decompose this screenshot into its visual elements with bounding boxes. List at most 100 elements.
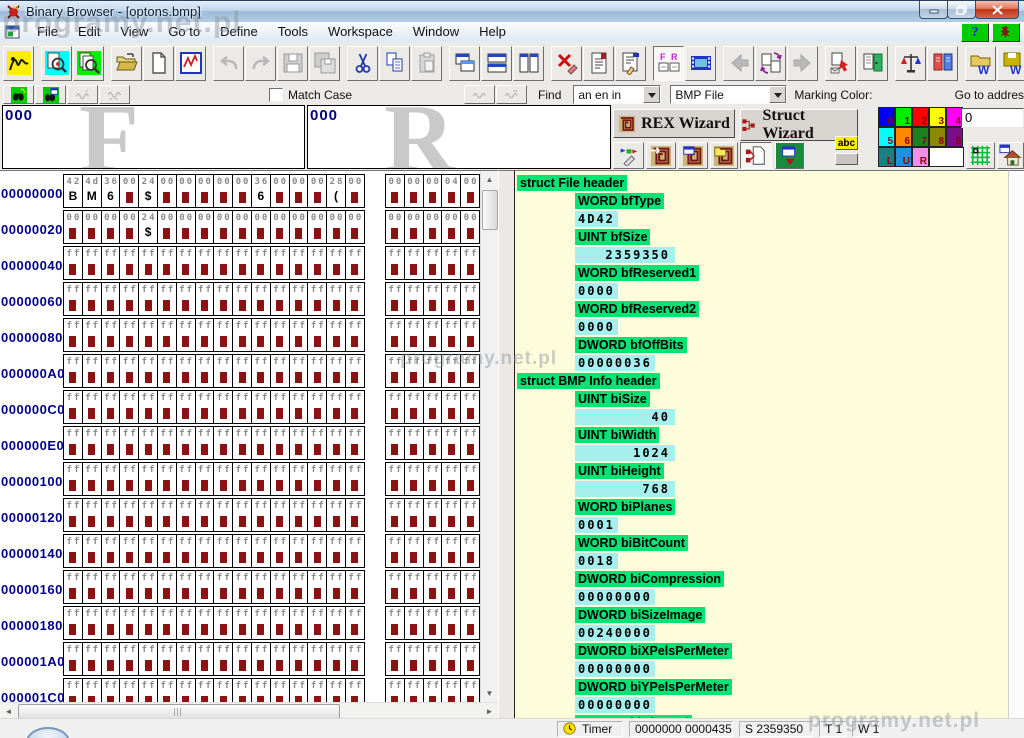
hex-byte-cell[interactable]: ff bbox=[460, 246, 480, 280]
chevron-down-icon[interactable] bbox=[643, 86, 660, 103]
hex-byte-cell[interactable]: ff bbox=[345, 426, 365, 460]
palette-color-0[interactable]: 0 bbox=[878, 107, 895, 127]
hex-byte-cell[interactable]: ff bbox=[82, 462, 102, 496]
hex-byte-cell[interactable]: ff bbox=[307, 390, 327, 424]
hex-byte-cell[interactable]: ff bbox=[345, 570, 365, 604]
palette-color-6[interactable]: 6 bbox=[895, 127, 912, 147]
struct-field-name[interactable]: WORD biBitCount bbox=[575, 535, 688, 551]
struct-field-value[interactable]: 1024 bbox=[575, 445, 675, 461]
hex-byte-cell[interactable]: ff bbox=[138, 462, 158, 496]
hex-byte-cell[interactable]: ff bbox=[213, 642, 233, 676]
hex-byte-cell[interactable]: ff bbox=[251, 534, 271, 568]
hex-byte-cell[interactable]: ff bbox=[138, 570, 158, 604]
hex-byte-cell[interactable]: ff bbox=[63, 642, 83, 676]
palette-color-2[interactable]: 2 bbox=[912, 107, 929, 127]
paste-button[interactable] bbox=[411, 46, 442, 81]
hex-byte-cell[interactable]: ff bbox=[138, 426, 158, 460]
hex-byte-cell[interactable]: ff bbox=[441, 354, 461, 388]
hex-byte-cell[interactable]: ff bbox=[213, 606, 233, 640]
hex-byte-cell[interactable]: ff bbox=[270, 642, 290, 676]
hex-byte-cell[interactable]: ff bbox=[213, 498, 233, 532]
hex-byte-cell[interactable]: ff bbox=[119, 426, 139, 460]
hex-byte-cell[interactable]: ff bbox=[232, 462, 252, 496]
hex-byte-cell[interactable]: ff bbox=[63, 570, 83, 604]
hex-byte-cell[interactable]: 24$ bbox=[138, 174, 158, 208]
struct-field-name[interactable]: DWORD biYPelsPerMeter bbox=[575, 679, 732, 695]
hex-byte-cell[interactable]: ff bbox=[289, 318, 309, 352]
hex-byte-cell[interactable]: ff bbox=[345, 246, 365, 280]
redo-button[interactable] bbox=[245, 46, 276, 81]
hex-byte-cell[interactable]: ff bbox=[213, 570, 233, 604]
hex-byte-cell[interactable]: ff bbox=[441, 318, 461, 352]
hex-byte-cell[interactable]: 00 bbox=[176, 174, 196, 208]
palette-color-7[interactable]: 7 bbox=[912, 127, 929, 147]
struct-field-name[interactable]: WORD bfReserved1 bbox=[575, 265, 699, 281]
struct-window-button[interactable] bbox=[775, 142, 804, 169]
hex-byte-cell[interactable]: ff bbox=[307, 282, 327, 316]
hex-byte-cell[interactable]: ff bbox=[345, 462, 365, 496]
hex-byte-cell[interactable]: ff bbox=[326, 642, 346, 676]
hex-byte-cell[interactable]: ff bbox=[404, 462, 424, 496]
hex-byte-cell[interactable]: 00 bbox=[63, 210, 83, 244]
hex-byte-cell[interactable]: ff bbox=[251, 426, 271, 460]
hex-byte-cell[interactable]: 00 bbox=[385, 174, 405, 208]
maximize-button[interactable] bbox=[947, 1, 976, 19]
hex-byte-cell[interactable]: ff bbox=[423, 642, 443, 676]
hex-byte-cell[interactable]: ff bbox=[251, 642, 271, 676]
struct-field-name[interactable]: WORD bfReserved2 bbox=[575, 301, 699, 317]
hex-byte-cell[interactable]: ff bbox=[138, 282, 158, 316]
hex-byte-cell[interactable]: ff bbox=[251, 318, 271, 352]
hex-byte-cell[interactable]: ff bbox=[289, 426, 309, 460]
hex-byte-cell[interactable]: ff bbox=[157, 426, 177, 460]
hex-byte-cell[interactable]: ff bbox=[251, 462, 271, 496]
hex-byte-cell[interactable]: ff bbox=[307, 246, 327, 280]
horizontal-scrollbar[interactable]: ◄ ► bbox=[0, 702, 498, 718]
hex-byte-cell[interactable]: ff bbox=[385, 642, 405, 676]
hex-byte-cell[interactable]: ff bbox=[270, 282, 290, 316]
hex-byte-cell[interactable]: ff bbox=[270, 606, 290, 640]
struct-field-value[interactable]: 0018 bbox=[575, 553, 618, 569]
hex-byte-cell[interactable]: ff bbox=[82, 570, 102, 604]
hex-byte-cell[interactable]: ff bbox=[307, 498, 327, 532]
hex-byte-cell[interactable]: ff bbox=[232, 570, 252, 604]
tile-vertical-button[interactable] bbox=[513, 46, 544, 81]
struct-field-value[interactable]: 00240000 bbox=[575, 625, 655, 641]
hex-byte-cell[interactable]: ff bbox=[289, 354, 309, 388]
hex-byte-cell[interactable]: 00 bbox=[82, 210, 102, 244]
menu-window[interactable]: Window bbox=[403, 23, 469, 41]
hex-byte-cell[interactable]: ff bbox=[423, 318, 443, 352]
hex-byte-cell[interactable]: ff bbox=[326, 462, 346, 496]
hex-byte-cell[interactable]: ff bbox=[82, 246, 102, 280]
new-document-button[interactable] bbox=[143, 46, 174, 81]
hex-byte-cell[interactable]: ff bbox=[423, 534, 443, 568]
hex-byte-cell[interactable]: 24$ bbox=[138, 210, 158, 244]
hex-byte-cell[interactable]: 00 bbox=[119, 210, 139, 244]
scroll-left-icon[interactable]: ◄ bbox=[0, 703, 17, 718]
hex-byte-cell[interactable]: ff bbox=[213, 246, 233, 280]
hex-byte-cell[interactable]: ff bbox=[213, 390, 233, 424]
hex-byte-cell[interactable]: ff bbox=[460, 534, 480, 568]
hex-byte-cell[interactable]: ff bbox=[213, 354, 233, 388]
struct-field-value[interactable]: 00000000 bbox=[575, 589, 655, 605]
workspace-save-button[interactable]: W bbox=[997, 46, 1024, 81]
hex-byte-cell[interactable]: ff bbox=[195, 498, 215, 532]
hex-byte-cell[interactable]: ff bbox=[138, 246, 158, 280]
hex-byte-cell[interactable]: ff bbox=[232, 282, 252, 316]
struct-field-value[interactable]: 00000036 bbox=[575, 355, 655, 371]
palette-color-1[interactable]: 1 bbox=[895, 107, 912, 127]
hex-byte-cell[interactable]: 00 bbox=[119, 174, 139, 208]
hex-byte-cell[interactable]: 00 bbox=[404, 174, 424, 208]
hex-byte-cell[interactable]: ff bbox=[63, 426, 83, 460]
hex-byte-cell[interactable]: ff bbox=[460, 462, 480, 496]
hex-byte-cell[interactable]: ff bbox=[195, 570, 215, 604]
hex-byte-cell[interactable]: ff bbox=[404, 534, 424, 568]
struct-field-name[interactable]: UINT biSize bbox=[575, 391, 650, 407]
palette-color-9[interactable]: 9 bbox=[946, 127, 963, 147]
struct-field-name[interactable]: DWORD biSizeImage bbox=[575, 607, 705, 623]
struct-field-name[interactable]: UINT bfSize bbox=[575, 229, 650, 245]
struct-field-name[interactable]: UINT biHeight bbox=[575, 463, 664, 479]
struct-field-value[interactable]: 2359350 bbox=[575, 247, 675, 263]
filetype-combobox[interactable]: BMP File bbox=[670, 85, 787, 104]
hex-byte-cell[interactable]: ff bbox=[195, 390, 215, 424]
hex-byte-cell[interactable]: ff bbox=[82, 318, 102, 352]
